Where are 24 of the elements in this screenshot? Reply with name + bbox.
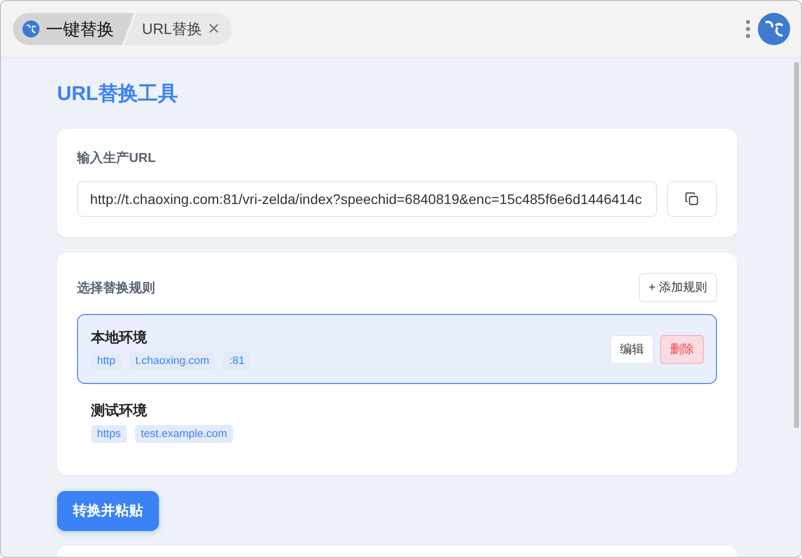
rule-tag: test.example.com — [134, 424, 234, 442]
rule-item[interactable]: 本地环境 http t.chaoxing.com :81 编辑 删除 — [77, 314, 717, 384]
avatar-logo-icon — [757, 12, 791, 46]
edit-button[interactable]: 编辑 — [610, 334, 654, 364]
app-logo-icon — [22, 20, 40, 38]
field-label: 输入生产URL — [77, 149, 157, 167]
section-label: 选择替换规则 — [77, 278, 155, 296]
page-title: URL替换工具 — [57, 82, 180, 107]
rule-tag: t.chaoxing.com — [129, 352, 216, 370]
more-icon[interactable] — [745, 19, 751, 39]
rule-name: 测试环境 — [91, 402, 148, 420]
url-input-field[interactable]: http://t.chaoxing.com:81/vri-zelda/index?speechid=6840819&enc=15c485f6e6d1446414c — [77, 181, 657, 217]
rule-name: 本地环境 — [91, 328, 148, 346]
rule-item[interactable]: 测试环境 https test.example.com — [77, 387, 717, 457]
add-rule-button[interactable]: + 添加规则 — [638, 273, 717, 302]
tab[interactable]: URL替换 × — [124, 13, 232, 45]
rule-tag: https — [91, 424, 127, 442]
rule-tag: :81 — [223, 352, 251, 370]
copy-icon — [685, 192, 699, 206]
convert-paste-button[interactable]: 转换并粘贴 — [57, 491, 159, 531]
close-icon[interactable]: × — [208, 19, 220, 39]
copy-button[interactable] — [667, 181, 717, 217]
rule-tag: http — [91, 352, 122, 370]
tab[interactable]: 一键替换 — [13, 13, 134, 45]
